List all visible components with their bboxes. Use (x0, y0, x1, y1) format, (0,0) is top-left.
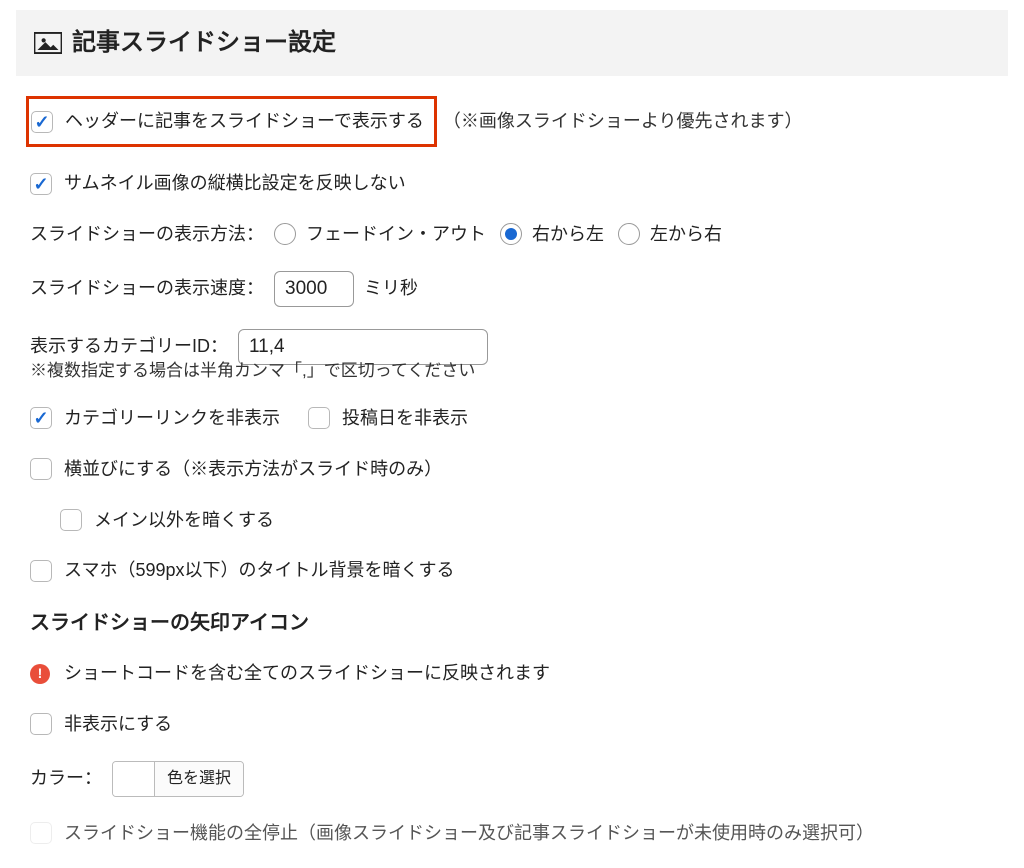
color-picker: 色を選択 (112, 761, 244, 797)
speed-row: スライドショーの表示速度： ミリ秒 (30, 271, 994, 307)
highlighted-option: ヘッダーに記事をスライドショーで表示する (26, 96, 437, 147)
method-option-1: 右から左 (532, 220, 604, 249)
stop-all-label: スライドショー機能の全停止（画像スライドショー及び記事スライドショーが未使用時の… (64, 819, 874, 848)
speed-input[interactable] (274, 271, 354, 307)
horizontal-label: 横並びにする（※表示方法がスライド時のみ） (64, 455, 442, 484)
horizontal-row: 横並びにする（※表示方法がスライド時のみ） (30, 455, 994, 484)
section-title: 記事スライドショー設定 (72, 24, 336, 62)
method-row: スライドショーの表示方法： フェードイン・アウト 右から左 左から右 (30, 220, 994, 249)
method-radio-rtl[interactable] (500, 223, 522, 245)
stop-all-row: スライドショー機能の全停止（画像スライドショー及び記事スライドショーが未使用時の… (30, 819, 994, 848)
color-swatch[interactable] (113, 762, 155, 796)
speed-label: スライドショーの表示速度： (30, 274, 264, 303)
method-label: スライドショーの表示方法： (30, 220, 264, 249)
arrow-heading: スライドショーの矢印アイコン (30, 607, 994, 639)
speed-unit: ミリ秒 (364, 274, 418, 303)
hide-category-link-label: カテゴリーリンクを非表示 (64, 404, 280, 433)
aspect-label: サムネイル画像の縦横比設定を反映しない (64, 169, 406, 198)
darken-sp-checkbox[interactable] (30, 560, 52, 582)
hide-date-label: 投稿日を非表示 (342, 404, 468, 433)
method-option-0: フェードイン・アウト (306, 220, 486, 249)
warning-icon: ! (30, 664, 50, 684)
arrow-color-row: カラー： 色を選択 (30, 761, 994, 797)
horizontal-checkbox[interactable] (30, 458, 52, 480)
method-option-2: 左から右 (650, 220, 722, 249)
darken-non-main-row: メイン以外を暗くする (30, 506, 994, 535)
header-slideshow-checkbox[interactable] (31, 111, 53, 133)
header-slideshow-label: ヘッダーに記事をスライドショーで表示する (65, 107, 424, 136)
arrow-color-label: カラー： (30, 764, 102, 793)
darken-non-main-checkbox[interactable] (60, 509, 82, 531)
arrow-hide-checkbox[interactable] (30, 713, 52, 735)
color-select-button[interactable]: 色を選択 (155, 762, 243, 796)
category-id-help: ※複数指定する場合は半角カンマ「,」で区切ってください (30, 357, 994, 384)
aspect-row: サムネイル画像の縦横比設定を反映しない (30, 169, 994, 198)
darken-sp-row: スマホ（599px以下）のタイトル背景を暗くする (30, 556, 994, 585)
header-slideshow-note: （※画像スライドショーより優先されます） (443, 107, 803, 136)
method-radio-fade[interactable] (274, 223, 296, 245)
darken-sp-label: スマホ（599px以下）のタイトル背景を暗くする (64, 556, 455, 585)
section-header: 記事スライドショー設定 (16, 10, 1008, 76)
stop-all-checkbox[interactable] (30, 822, 52, 844)
method-radio-ltr[interactable] (618, 223, 640, 245)
image-icon (34, 32, 62, 54)
darken-non-main-label: メイン以外を暗くする (94, 506, 274, 535)
arrow-hide-row: 非表示にする (30, 710, 994, 739)
arrow-warn-row: ! ショートコードを含む全てのスライドショーに反映されます (30, 659, 994, 688)
aspect-checkbox[interactable] (30, 173, 52, 195)
hide-options-row: カテゴリーリンクを非表示 投稿日を非表示 (30, 404, 994, 433)
hide-date-checkbox[interactable] (308, 407, 330, 429)
arrow-warn-text: ショートコードを含む全てのスライドショーに反映されます (64, 659, 550, 688)
arrow-hide-label: 非表示にする (64, 710, 172, 739)
hide-category-link-checkbox[interactable] (30, 407, 52, 429)
header-slideshow-row: ヘッダーに記事をスライドショーで表示する （※画像スライドショーより優先されます… (30, 96, 994, 147)
